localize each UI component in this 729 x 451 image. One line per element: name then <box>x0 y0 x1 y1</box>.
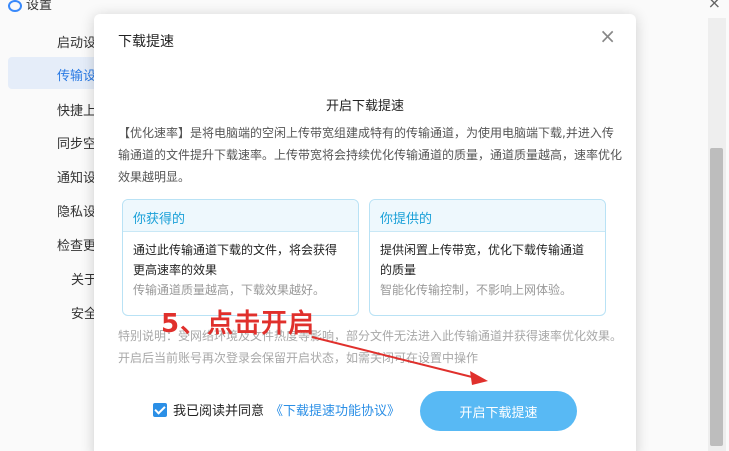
agree-checkbox[interactable] <box>153 402 167 417</box>
annotation-step-label: 5、点击开启 <box>161 309 316 339</box>
enable-speedup-button[interactable]: 开启下载提速 <box>420 391 577 431</box>
download-speedup-dialog: 下载提速 × 开启下载提速 【优化速率】是将电脑端的空闲上传带宽组建成特有的传输… <box>94 14 636 451</box>
card-you-get-main: 通过此传输通道下载的文件，将会获得更高速率的效果 <box>133 243 338 277</box>
card-you-provide-title: 你提供的 <box>370 200 605 232</box>
speedup-description: 【优化速率】是将电脑端的空闲上传带宽组建成特有的传输通道，为使用电脑端下载,并进… <box>118 126 623 184</box>
card-you-provide-main: 提供闲置上传带宽，优化下载传输通道的质量 <box>380 243 585 277</box>
agreement-row: 我已阅读并同意 《下载提速功能协议》 <box>153 400 400 419</box>
card-you-get: 你获得的 通过此传输通道下载的文件，将会获得更高速率的效果 传输通道质量越高，下… <box>122 199 359 316</box>
card-you-provide-sub: 智能化传输控制，不影响上网体验。 <box>380 283 573 297</box>
agree-text[interactable]: 我已阅读并同意 <box>173 400 264 419</box>
dialog-title: 下载提速 <box>118 34 174 50</box>
card-you-provide: 你提供的 提供闲置上传带宽，优化下载传输通道的质量 智能化传输控制，不影响上网体… <box>369 199 606 316</box>
agreement-link[interactable]: 《下载提速功能协议》 <box>270 400 400 419</box>
card-you-get-title: 你获得的 <box>123 200 358 232</box>
dialog-close-icon[interactable]: × <box>599 26 616 46</box>
card-you-get-sub: 传输通道质量越高，下载效果越好。 <box>133 283 326 297</box>
dialog-heading: 开启下载提速 <box>325 99 404 114</box>
